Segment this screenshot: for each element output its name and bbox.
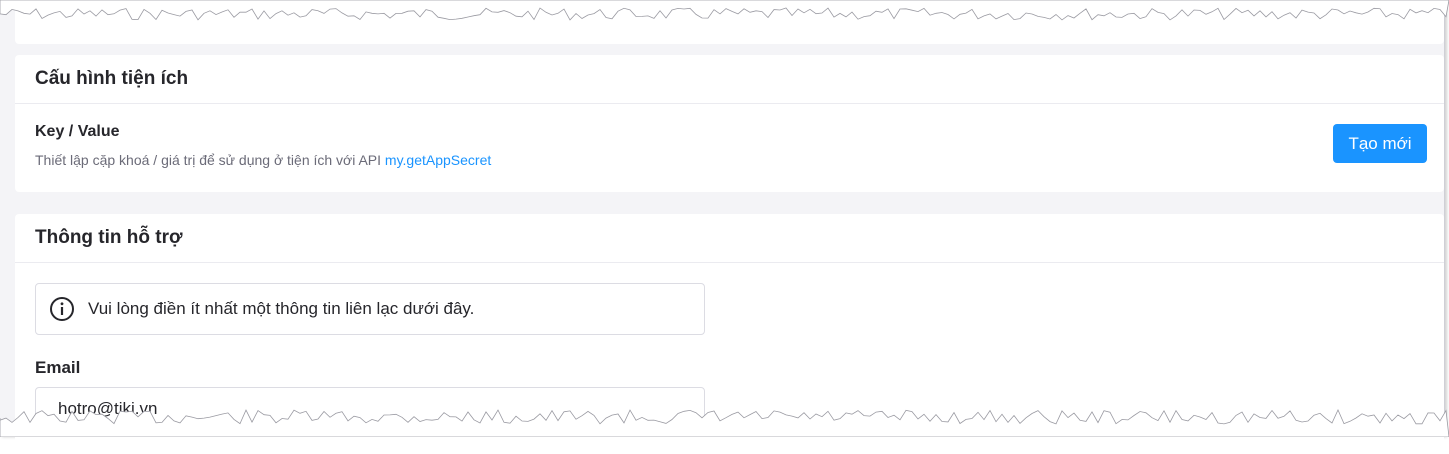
key-value-title: Key / Value [35, 123, 120, 140]
page-content: Cấu hình tiện ích Key / Value Thiết lập … [0, 0, 1445, 454]
key-value-row: Key / Value Thiết lập cặp khoá / giá trị… [15, 104, 1444, 192]
torn-bottom-edge [0, 409, 1449, 437]
create-new-button[interactable]: Tạo mới [1333, 124, 1427, 163]
info-circle-icon [49, 296, 75, 322]
key-value-description-text: Thiết lập cặp khoá / giá trị để sử dụng … [35, 152, 382, 168]
widget-config-title: Cấu hình tiện ích [15, 55, 1444, 104]
support-info-title: Thông tin hỗ trợ [15, 214, 1444, 263]
get-app-secret-link[interactable]: my.getAppSecret [385, 152, 491, 168]
key-value-description: Thiết lập cặp khoá / giá trị để sử dụng … [35, 152, 491, 168]
contact-notice-text: Vui lòng điền ít nhất một thông tin liên… [88, 299, 475, 318]
torn-top-edge [0, 0, 1449, 21]
widget-config-card: Cấu hình tiện ích Key / Value Thiết lập … [15, 55, 1444, 192]
email-label: Email [35, 358, 81, 377]
contact-notice: Vui lòng điền ít nhất một thông tin liên… [35, 283, 705, 335]
